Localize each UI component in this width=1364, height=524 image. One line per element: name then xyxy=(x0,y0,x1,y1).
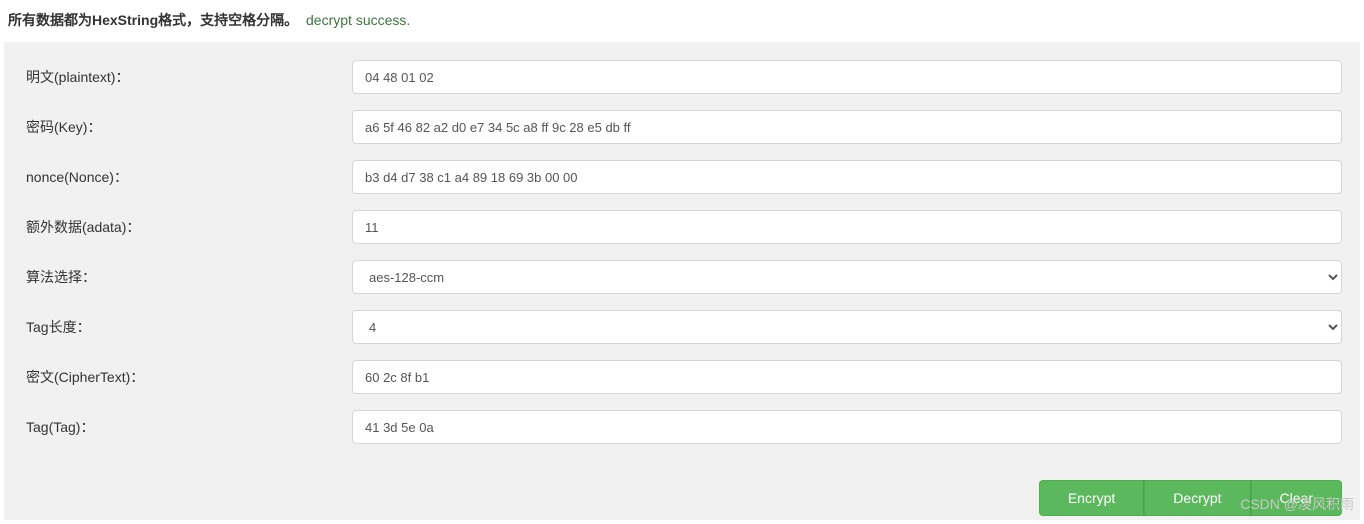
input-tag[interactable] xyxy=(352,410,1342,444)
row-plaintext: 明文(plaintext)： xyxy=(22,60,1342,94)
row-nonce: nonce(Nonce)： xyxy=(22,160,1342,194)
format-note: 所有数据都为HexString格式，支持空格分隔。 xyxy=(8,12,298,28)
decrypt-button[interactable]: Decrypt xyxy=(1144,480,1250,516)
label-algorithm: 算法选择： xyxy=(22,267,352,287)
input-nonce[interactable] xyxy=(352,160,1342,194)
input-key[interactable] xyxy=(352,110,1342,144)
row-key: 密码(Key)： xyxy=(22,110,1342,144)
label-taglen: Tag长度： xyxy=(22,317,352,337)
button-row: Encrypt Decrypt Clear xyxy=(1039,480,1342,516)
select-algorithm[interactable]: aes-128-ccm xyxy=(352,260,1342,294)
label-ciphertext: 密文(CipherText)： xyxy=(22,367,352,387)
row-adata: 额外数据(adata)： xyxy=(22,210,1342,244)
label-tag: Tag(Tag)： xyxy=(22,417,352,437)
header-note: 所有数据都为HexString格式，支持空格分隔。 decrypt succes… xyxy=(0,0,1364,38)
input-adata[interactable] xyxy=(352,210,1342,244)
row-tag: Tag(Tag)： xyxy=(22,410,1342,444)
label-plaintext: 明文(plaintext)： xyxy=(22,67,352,87)
form-panel: 明文(plaintext)： 密码(Key)： nonce(Nonce)： 额外… xyxy=(4,42,1360,520)
row-algorithm: 算法选择： aes-128-ccm xyxy=(22,260,1342,294)
row-ciphertext: 密文(CipherText)： xyxy=(22,360,1342,394)
row-taglen: Tag长度： 4 xyxy=(22,310,1342,344)
input-plaintext[interactable] xyxy=(352,60,1342,94)
label-nonce: nonce(Nonce)： xyxy=(22,167,352,187)
label-key: 密码(Key)： xyxy=(22,117,352,137)
encrypt-button[interactable]: Encrypt xyxy=(1039,480,1144,516)
input-ciphertext[interactable] xyxy=(352,360,1342,394)
select-taglen[interactable]: 4 xyxy=(352,310,1342,344)
status-message: decrypt success. xyxy=(306,12,410,28)
clear-button[interactable]: Clear xyxy=(1251,480,1342,516)
label-adata: 额外数据(adata)： xyxy=(22,217,352,237)
